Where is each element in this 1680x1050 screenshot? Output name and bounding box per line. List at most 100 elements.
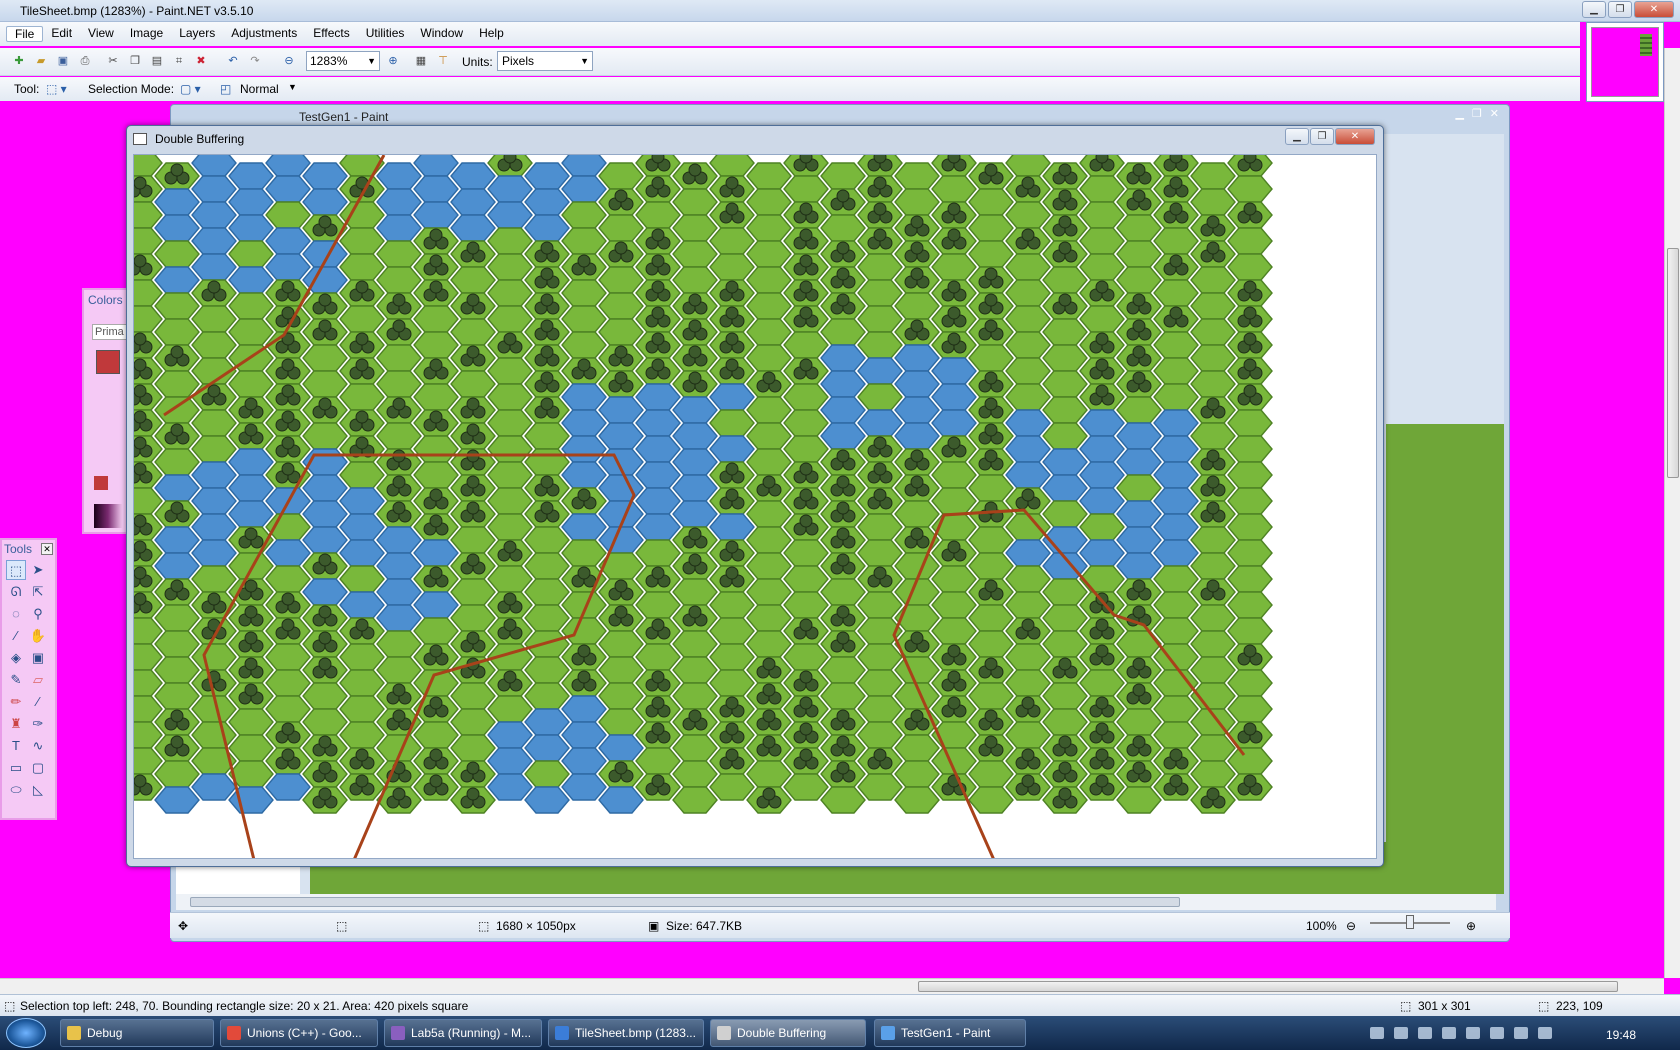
selection-mode-dropdown[interactable]: ▢ ▾ [180,82,201,96]
close-button[interactable]: ✕ [1490,107,1499,120]
water-hex [1005,461,1051,489]
menu-item-edit[interactable]: Edit [43,26,80,42]
app-icon [555,1026,569,1040]
units-select[interactable]: Pixels ▼ [497,51,593,71]
colors-panel[interactable]: Colors Prima [82,288,130,534]
crop-icon[interactable]: ⌗ [172,54,186,68]
taskbar-item[interactable]: Lab5a (Running) - M... [384,1019,542,1047]
scrollbar-thumb[interactable] [1667,248,1679,478]
zoom-in-icon[interactable]: ⊕ [1466,919,1476,933]
freeform-shape-tool-icon[interactable]: ◺ [28,780,48,800]
taskbar-item[interactable]: Double Buffering [710,1019,866,1047]
maximize-button[interactable]: ❐ [1310,128,1334,145]
minimize-button[interactable]: ▁ [1582,1,1606,18]
taskbar-item[interactable]: TileSheet.bmp (1283... [548,1019,704,1047]
open-icon[interactable]: ▰ [34,54,48,68]
tray-icon[interactable] [1370,1027,1384,1039]
image-thumbnail[interactable] [1586,22,1664,102]
rounded-rectangle-tool-icon[interactable]: ▢ [28,758,48,778]
close-button[interactable]: ✕ [1335,128,1375,145]
paste-icon[interactable]: ▤ [150,54,164,68]
save-icon[interactable]: ▣ [56,54,70,68]
zoom-tool-icon[interactable]: ⚲ [28,604,48,624]
menu-item-window[interactable]: Window [412,26,471,42]
zoom-combobox[interactable]: 1283% ▼ [306,51,380,71]
recolor-tool-icon[interactable]: ✑ [28,714,48,734]
color-picker-tool-icon[interactable]: ⁄ [28,692,48,712]
primary-color-tab[interactable]: Prima [92,324,127,340]
close-button[interactable]: ✕ [1634,1,1674,18]
grid-icon[interactable]: ▦ [414,54,428,68]
rulers-icon[interactable]: ⊤ [436,54,450,68]
menu-item-image[interactable]: Image [122,26,171,42]
eraser-tool-icon[interactable]: ▱ [28,670,48,690]
network-icon[interactable] [1490,1027,1504,1039]
pencil-tool-icon[interactable]: ✏ [6,692,26,712]
tray-icon[interactable] [1442,1027,1456,1039]
menu-item-help[interactable]: Help [471,26,512,42]
taskbar-item[interactable]: TestGen1 - Paint [874,1019,1026,1047]
maximize-button[interactable]: ❐ [1608,1,1632,18]
flag-icon[interactable] [1514,1027,1528,1039]
zoom-slider-knob[interactable] [1406,915,1414,929]
menu-item-view[interactable]: View [80,26,122,42]
tree-icon [984,449,998,463]
taskbar-item[interactable]: Debug [60,1019,214,1047]
palette-strip[interactable] [94,504,122,528]
menu-item-layers[interactable]: Layers [171,26,223,42]
undo-icon[interactable]: ↶ [226,54,240,68]
horizontal-scrollbar[interactable] [0,978,1664,994]
tray-icon[interactable] [1394,1027,1408,1039]
text-tool-icon[interactable]: T [6,736,26,756]
minimize-button[interactable]: ▁ [1285,128,1309,145]
rectangle-select-tool-icon[interactable]: ⬚ [6,560,26,580]
hex-map-canvas[interactable] [133,154,1377,859]
paint-horizontal-scrollbar[interactable] [176,894,1496,910]
zoom-in-icon[interactable]: ⊕ [386,54,400,68]
zoom-out-icon[interactable]: ⊖ [1346,919,1356,933]
menu-item-effects[interactable]: Effects [305,26,357,42]
chevron-down-icon[interactable]: ▼ [288,82,297,92]
menu-item-utilities[interactable]: Utilities [358,26,413,42]
ellipse-select-tool-icon[interactable]: ◌ [6,604,26,624]
scrollbar-thumb[interactable] [918,981,1618,992]
tray-icon[interactable] [1466,1027,1480,1039]
blend-mode-select[interactable]: Normal [240,82,279,96]
clock[interactable]: 19:48 [1606,1028,1636,1042]
clone-stamp-tool-icon[interactable]: ♜ [6,714,26,734]
paint-bucket-tool-icon[interactable]: ◈ [6,648,26,668]
move-selection-tool-icon[interactable]: ➤ [28,560,48,580]
cut-icon[interactable]: ✂ [106,54,120,68]
start-button[interactable] [6,1018,46,1048]
menu-item-file[interactable]: File [6,26,44,42]
taskbar-item[interactable]: Unions (C++) - Goo... [220,1019,378,1047]
deselect-icon[interactable]: ✖ [194,54,208,68]
volume-icon[interactable] [1538,1027,1552,1039]
new-icon[interactable]: ✚ [12,54,26,68]
ellipse-tool-icon[interactable]: ⬭ [6,780,26,800]
redo-icon[interactable]: ↷ [248,54,262,68]
primary-color-swatch[interactable] [96,350,120,374]
copy-icon[interactable]: ❐ [128,54,142,68]
maximize-button[interactable]: ❐ [1472,107,1482,120]
tray-icon[interactable] [1418,1027,1432,1039]
magic-wand-tool-icon[interactable]: ⁄ [6,626,26,646]
gradient-tool-icon[interactable]: ▣ [28,648,48,668]
minimize-button[interactable]: ▁ [1455,107,1463,120]
vertical-scrollbar[interactable] [1664,48,1680,978]
line-curve-tool-icon[interactable]: ∿ [28,736,48,756]
print-icon[interactable]: ⎙ [78,54,92,68]
paintbrush-tool-icon[interactable]: ✎ [6,670,26,690]
pan-tool-icon[interactable]: ✋ [28,626,48,646]
tools-panel[interactable]: Tools ✕ ⬚ ➤ ᘏ ⇱ ◌ ⚲ ⁄ ✋ ◈ ▣ ✎ ▱ ✏ ⁄ ♜ ✑ … [0,538,57,820]
move-selected-tool-icon[interactable]: ⇱ [28,582,48,602]
palette-swatch[interactable] [94,476,108,490]
lasso-tool-icon[interactable]: ᘏ [6,582,26,602]
zoom-out-icon[interactable]: ⊖ [282,54,296,68]
close-icon[interactable]: ✕ [41,543,53,555]
rectangle-tool-icon[interactable]: ▭ [6,758,26,778]
grass-hex [524,760,570,788]
menu-item-adjustments[interactable]: Adjustments [223,26,305,42]
rect-select-tool-icon[interactable]: ⬚ ▾ [46,82,67,96]
scrollbar-thumb[interactable] [190,897,1180,907]
